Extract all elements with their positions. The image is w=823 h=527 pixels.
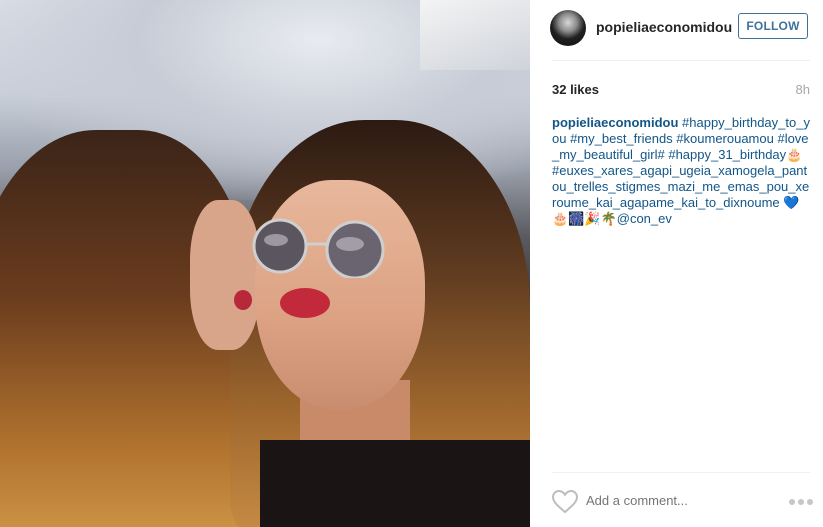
car-window [420, 0, 530, 70]
header-username-link[interactable]: popieliaeconomidou [596, 19, 732, 35]
heart-icon[interactable] [552, 490, 578, 514]
sunglasses [252, 218, 385, 278]
comment-input[interactable] [586, 493, 766, 508]
right-person-lips [280, 288, 330, 318]
header-divider [552, 60, 810, 61]
ellipsis-icon[interactable] [789, 494, 813, 510]
follow-button[interactable]: FOLLOW [738, 13, 808, 39]
post-header: popieliaeconomidou FOLLOW [530, 0, 823, 60]
caption-text: #happy_birthday_to_you #my_best_friends … [552, 115, 810, 226]
post-details-panel: popieliaeconomidou FOLLOW 32 likes 8h po… [530, 0, 823, 527]
right-person-top [260, 440, 530, 527]
post-time: 8h [795, 82, 810, 97]
ellipsis-dot [798, 499, 804, 505]
right-person-face [255, 180, 425, 410]
ellipsis-dot [807, 499, 813, 505]
footer-divider [552, 472, 810, 473]
post-footer [530, 486, 823, 520]
post-photo[interactable] [0, 0, 530, 527]
avatar[interactable] [550, 10, 586, 46]
left-person-lips [234, 290, 252, 310]
caption-username-link[interactable]: popieliaeconomidou [552, 115, 678, 130]
likes-count[interactable]: 32 likes [552, 82, 599, 97]
ellipsis-dot [789, 499, 795, 505]
post-caption: popieliaeconomidou #happy_birthday_to_yo… [552, 115, 812, 227]
